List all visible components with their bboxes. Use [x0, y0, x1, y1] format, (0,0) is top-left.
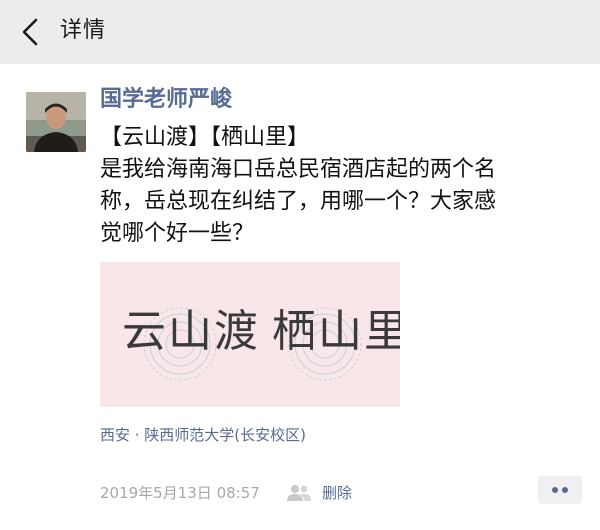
image-text-left: 云山渡 [122, 306, 260, 357]
post-text-line: 觉哪个好一些？ [100, 221, 255, 246]
post-text-line: 称，岳总现在纠结了，用哪一个？大家感 [100, 189, 497, 214]
nav-bar: 详情 [0, 0, 600, 64]
more-button[interactable] [538, 476, 582, 504]
page-title: 详情 [60, 18, 107, 43]
image-text-right: 栖山里 [272, 306, 400, 357]
more-dots-icon [562, 487, 568, 493]
location-link[interactable]: 西安 · 陕西师范大学(长安校区) [100, 424, 306, 446]
more-dots-icon [552, 487, 558, 493]
post-image[interactable]: 云山渡 栖山里 [100, 262, 400, 407]
post-text-line: 【云山渡】【栖山里】 [100, 125, 310, 150]
avatar[interactable] [26, 92, 86, 152]
post-text-line: 是我给海南海口岳总民宿酒店起的两个名 [100, 157, 497, 182]
chevron-left-icon [22, 18, 38, 46]
friends-icon [286, 484, 312, 502]
author-name[interactable]: 国学老师严峻 [100, 84, 232, 116]
timestamp: 2019年5月13日 08:57 [100, 484, 260, 502]
back-button[interactable] [14, 14, 50, 50]
post-text: 【云山渡】【栖山里】 是我给海南海口岳总民宿酒店起的两个名 称，岳总现在纠结了，… [100, 122, 570, 250]
delete-button[interactable]: 删除 [322, 482, 352, 504]
